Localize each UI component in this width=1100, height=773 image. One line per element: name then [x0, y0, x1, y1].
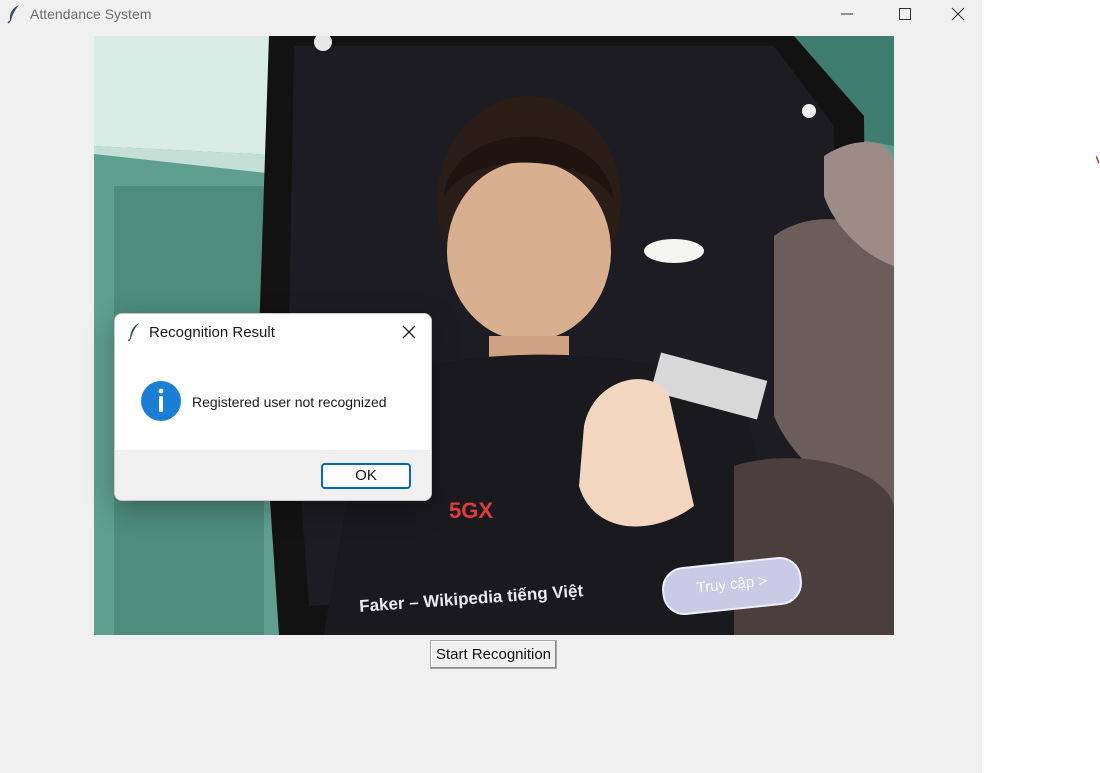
- maximize-button[interactable]: [876, 0, 934, 28]
- close-icon: [951, 7, 965, 21]
- dialog-close-button[interactable]: [401, 324, 417, 340]
- dialog-title-bar: Recognition Result: [115, 314, 431, 350]
- maximize-icon: [899, 8, 911, 20]
- dialog-title: Recognition Result: [149, 324, 275, 341]
- feather-icon: [127, 322, 141, 342]
- minimize-button[interactable]: [818, 0, 876, 28]
- recognition-result-dialog: Recognition Result Registered user not r…: [114, 313, 432, 501]
- red-mark: [1095, 151, 1100, 164]
- info-icon: [140, 380, 182, 422]
- feather-icon: [6, 4, 22, 24]
- dialog-message: Registered user not recognized: [192, 394, 387, 410]
- close-button[interactable]: [934, 0, 982, 28]
- ok-button[interactable]: OK: [321, 463, 411, 489]
- svg-text:5GX: 5GX: [449, 498, 493, 523]
- minimize-icon: [841, 13, 853, 15]
- dialog-body: Registered user not recognized: [115, 350, 431, 450]
- start-recognition-button[interactable]: Start Recognition: [430, 640, 557, 669]
- window-title: Attendance System: [30, 6, 152, 22]
- dialog-footer: OK: [115, 450, 431, 500]
- close-icon: [402, 325, 416, 339]
- title-bar: Attendance System: [0, 0, 982, 28]
